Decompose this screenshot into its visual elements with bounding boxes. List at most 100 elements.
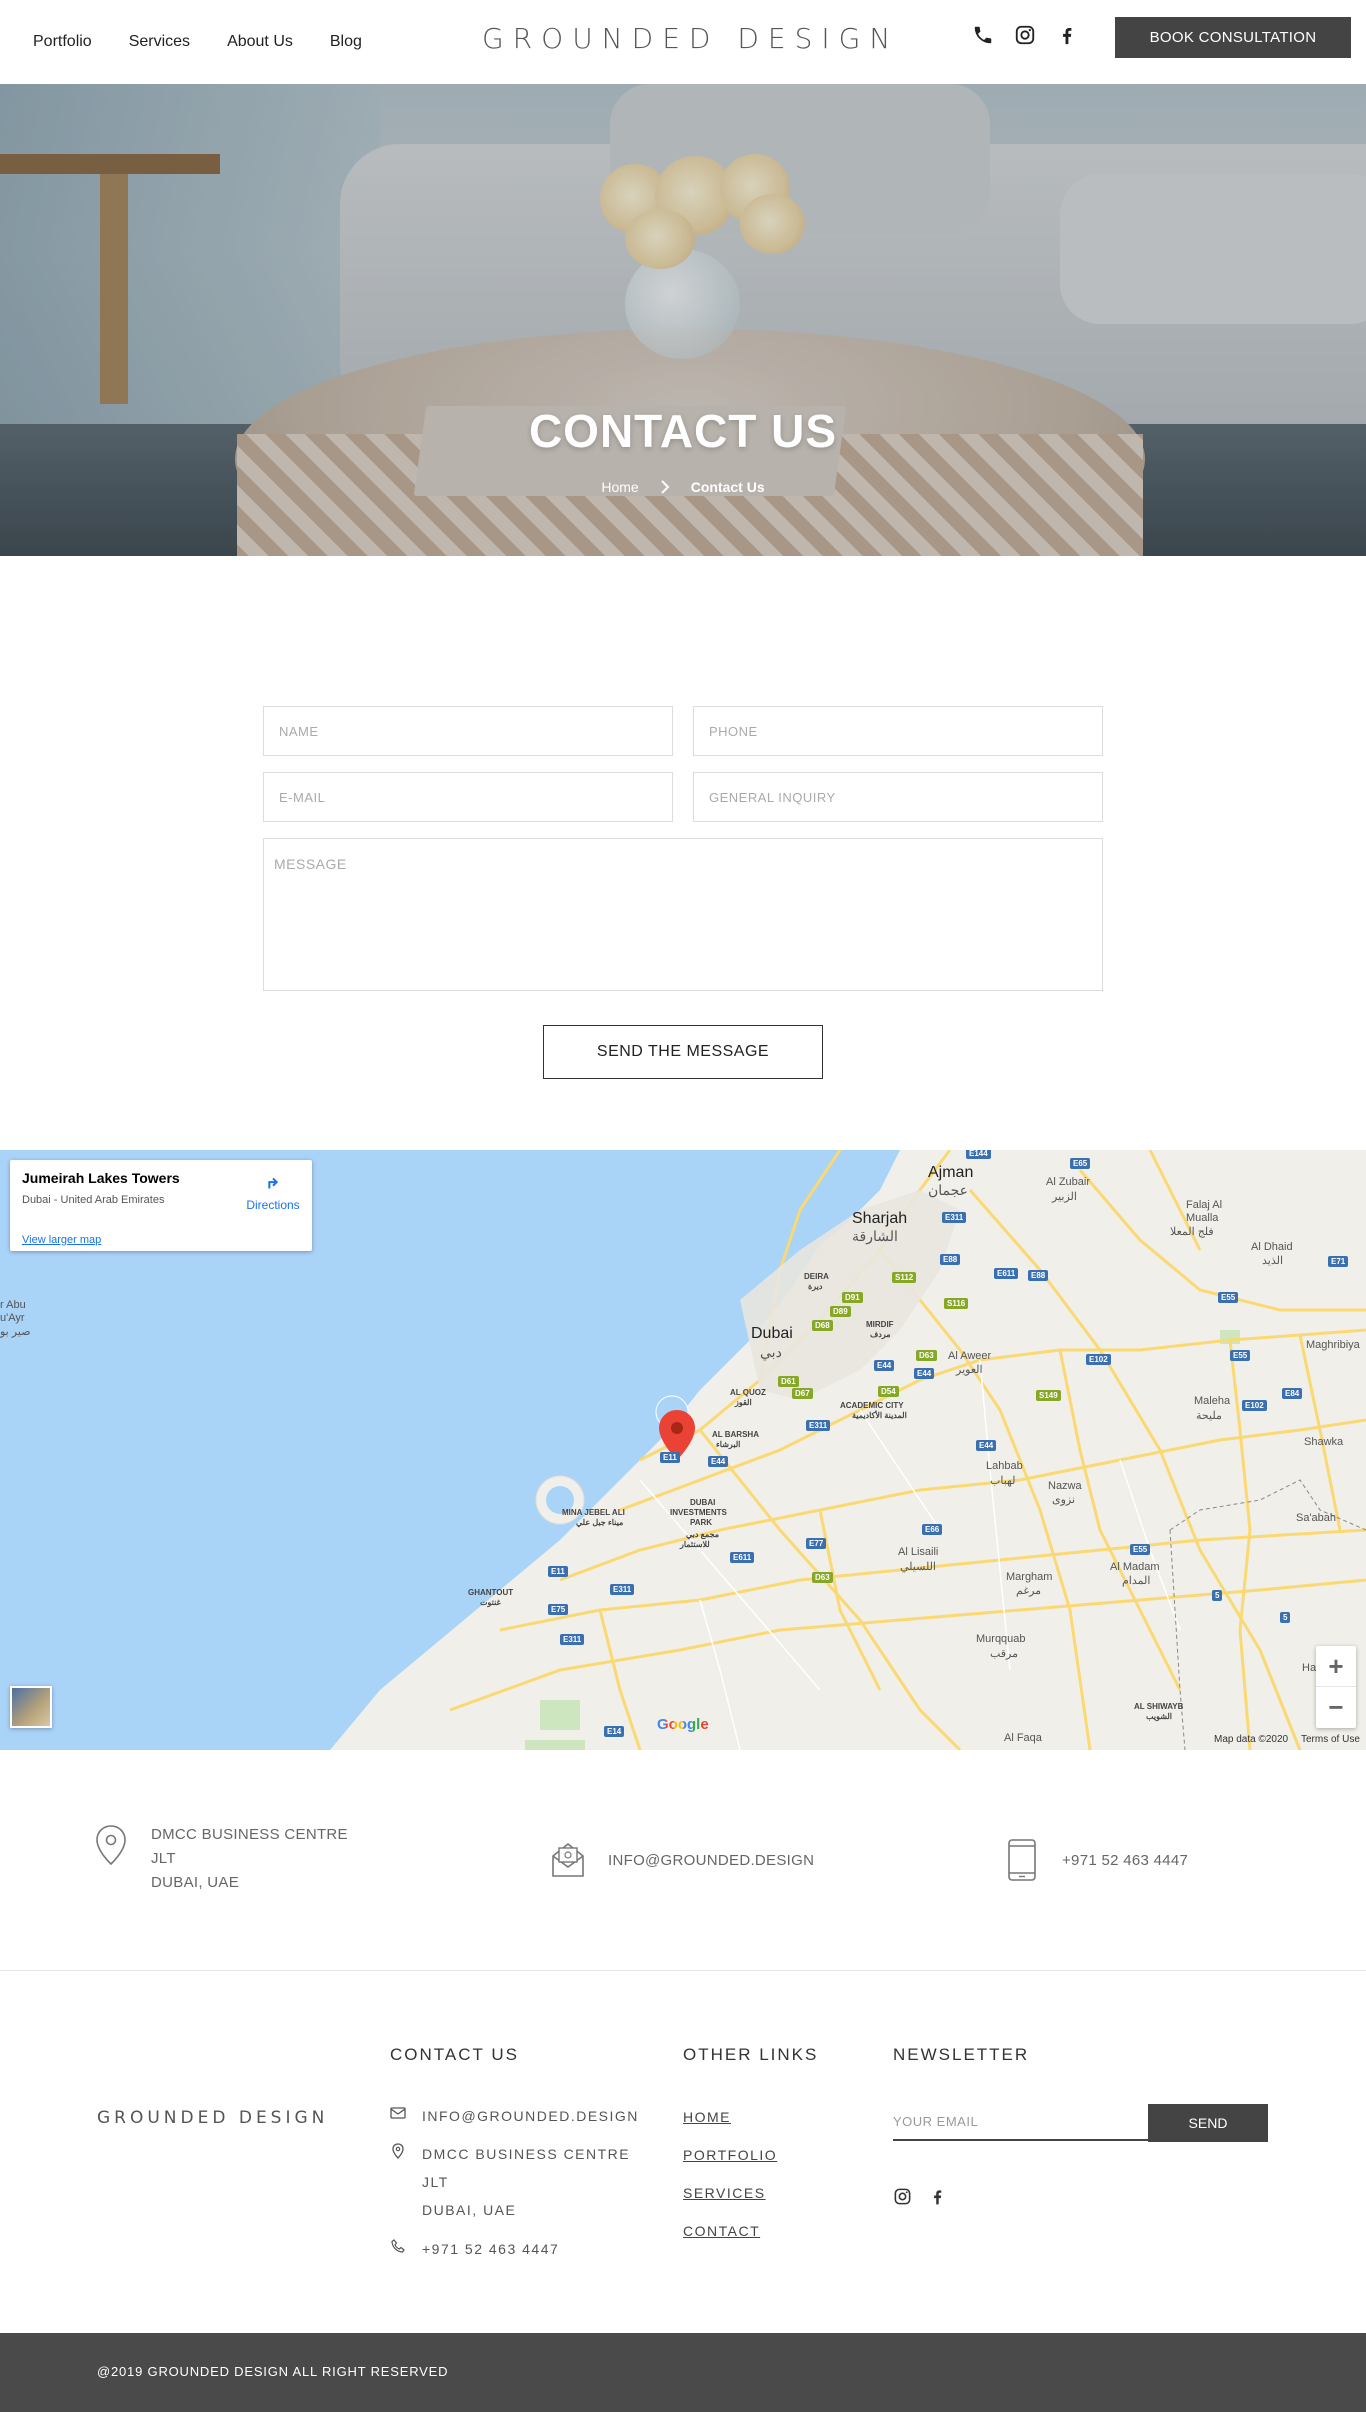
site-logo[interactable]: GROUNDED DESIGN xyxy=(482,22,899,55)
road-shield: 5 xyxy=(1280,1612,1291,1623)
road-shield: E84 xyxy=(1282,1388,1303,1399)
location-map[interactable]: Ajman عجمان Sharjah الشارقة Dubai دبي Al… xyxy=(0,1150,1366,1750)
map-label-nazwa: Nazwa xyxy=(1048,1480,1082,1492)
road-shield: E14 xyxy=(604,1726,625,1737)
email-input[interactable] xyxy=(263,772,673,822)
name-input[interactable] xyxy=(263,706,673,756)
road-shield: E88 xyxy=(1028,1270,1049,1281)
zoom-in-button[interactable]: + xyxy=(1316,1646,1356,1687)
message-textarea[interactable] xyxy=(263,838,1103,991)
map-label-maghribiya: Maghribiya xyxy=(1306,1339,1360,1351)
page-title: CONTACT US xyxy=(528,405,838,457)
footer-link-services[interactable]: SERVICES xyxy=(683,2185,766,2201)
instagram-icon[interactable] xyxy=(893,2187,912,2206)
footer-phone[interactable]: +971 52 463 4447 xyxy=(422,2235,559,2263)
road-shield: E11 xyxy=(548,1566,568,1577)
map-label-falaj2: Mualla xyxy=(1186,1212,1219,1224)
map-label-mirdif: MIRDIF xyxy=(866,1320,894,1329)
road-shield: E55 xyxy=(1218,1292,1239,1303)
header-social xyxy=(972,24,1078,46)
inquiry-input[interactable] xyxy=(693,772,1103,822)
contact-address: DMCC BUSINESS CENTRE JLT DUBAI, UAE xyxy=(93,1823,348,1895)
map-label-dubai-investments-ar2: للاستثمار xyxy=(680,1540,710,1549)
zoom-out-button[interactable]: − xyxy=(1316,1687,1356,1728)
map-label-abu-ayr2: u'Ayr xyxy=(0,1312,25,1324)
footer-links-heading: OTHER LINKS xyxy=(683,2045,819,2064)
map-label-al-zubair-ar: الزبير xyxy=(1052,1191,1077,1203)
road-shield: E11 xyxy=(660,1452,680,1463)
map-label-saabah: Sa'abah xyxy=(1296,1512,1337,1524)
map-label-maleha: Maleha xyxy=(1194,1395,1231,1407)
newsletter-email-input[interactable] xyxy=(893,2104,1148,2141)
instagram-icon[interactable] xyxy=(1014,24,1036,46)
satellite-toggle[interactable] xyxy=(10,1686,52,1728)
map-label-falaj: Falaj Al xyxy=(1186,1199,1223,1211)
phone-input[interactable] xyxy=(693,706,1103,756)
road-shield: E44 xyxy=(914,1368,935,1379)
directions-label: Directions xyxy=(246,1198,300,1212)
book-consultation-button[interactable]: BOOK CONSULTATION xyxy=(1115,17,1351,58)
newsletter-send-button[interactable]: SEND xyxy=(1148,2104,1268,2142)
footer-email-row: INFO@GROUNDED.DESIGN xyxy=(390,2102,639,2130)
map-label-ghantout-ar: غنتوت xyxy=(480,1598,501,1607)
map-label-mina-jebel-ali: MINA JEBEL ALI xyxy=(562,1508,625,1517)
footer-newsletter-heading: NEWSLETTER xyxy=(893,2045,1030,2064)
road-shield: D67 xyxy=(792,1388,813,1399)
map-pin-icon xyxy=(96,1825,126,1866)
map-label-falaj-ar: فلج المعلا xyxy=(1170,1226,1214,1238)
road-shield: 5 xyxy=(1212,1590,1223,1601)
road-shield: D63 xyxy=(812,1572,833,1583)
road-shield: E88 xyxy=(940,1254,961,1265)
road-shield: E77 xyxy=(806,1538,827,1549)
phone-icon[interactable] xyxy=(972,24,994,46)
map-label-shawka: Shawka xyxy=(1304,1436,1344,1448)
road-shield: E611 xyxy=(730,1552,755,1563)
road-shield: D91 xyxy=(842,1292,863,1303)
map-label-al-aweer-ar: العوير xyxy=(956,1364,983,1376)
nav-services[interactable]: Services xyxy=(129,33,190,51)
contact-phone: +971 52 463 4447 xyxy=(1004,1838,1188,1882)
footer-phone-row: +971 52 463 4447 xyxy=(390,2235,559,2263)
road-shield: E44 xyxy=(976,1440,997,1451)
directions-icon xyxy=(268,1177,279,1189)
email-text[interactable]: INFO@GROUNDED.DESIGN xyxy=(608,1849,814,1873)
map-label-nazwa-ar: نزوى xyxy=(1052,1494,1076,1506)
road-shield: E311 xyxy=(560,1634,585,1645)
road-shield: E65 xyxy=(1070,1158,1091,1169)
map-label-al-dhaid-ar: الذيد xyxy=(1262,1255,1284,1267)
breadcrumb-home[interactable]: Home xyxy=(601,479,638,495)
road-shield: S116 xyxy=(944,1298,969,1309)
nav-about-us[interactable]: About Us xyxy=(227,33,293,51)
map-label-al-dhaid: Al Dhaid xyxy=(1251,1241,1293,1253)
map-label-sharjah-ar: الشارقة xyxy=(852,1228,898,1244)
nav-portfolio[interactable]: Portfolio xyxy=(33,33,92,51)
map-label-murqquab-ar: مرقب xyxy=(990,1648,1019,1660)
footer-email[interactable]: INFO@GROUNDED.DESIGN xyxy=(422,2102,639,2130)
terms-of-use-link[interactable]: Terms of Use xyxy=(1301,1734,1360,1745)
map-label-margham-ar: مرغم xyxy=(1016,1585,1042,1597)
address-line: DMCC BUSINESS CENTRE xyxy=(422,2146,631,2162)
address-line: JLT xyxy=(422,2174,449,2190)
send-message-button[interactable]: SEND THE MESSAGE xyxy=(543,1025,823,1079)
facebook-icon[interactable] xyxy=(928,2187,947,2206)
nav-blog[interactable]: Blog xyxy=(330,33,362,51)
map-label-al-barsha: AL BARSHA xyxy=(712,1430,759,1439)
road-shield: S149 xyxy=(1036,1390,1061,1401)
road-shield: E75 xyxy=(548,1604,569,1615)
map-label-dubai-investments-ar: مجمع دبي xyxy=(686,1530,720,1539)
road-shield: E144 xyxy=(966,1150,991,1159)
footer-link-contact[interactable]: CONTACT xyxy=(683,2223,760,2239)
directions-button[interactable]: Directions xyxy=(238,1172,308,1212)
road-shield: D68 xyxy=(812,1320,833,1331)
phone-text[interactable]: +971 52 463 4447 xyxy=(1062,1849,1188,1873)
google-logo-text: Google xyxy=(657,1716,709,1733)
address-line: DUBAI, UAE xyxy=(422,2202,517,2218)
map-label-ajman-ar: عجمان xyxy=(928,1182,969,1198)
footer-link-home[interactable]: HOME xyxy=(683,2109,731,2125)
footer-logo[interactable]: GROUNDED DESIGN xyxy=(97,2108,328,2128)
map-label-al-madam-ar: المدام xyxy=(1122,1575,1151,1587)
map-label-al-lisaili: Al Lisaili xyxy=(898,1546,939,1558)
view-larger-map-link[interactable]: View larger map xyxy=(22,1234,101,1246)
facebook-icon[interactable] xyxy=(1056,24,1078,46)
footer-link-portfolio[interactable]: PORTFOLIO xyxy=(683,2147,777,2163)
